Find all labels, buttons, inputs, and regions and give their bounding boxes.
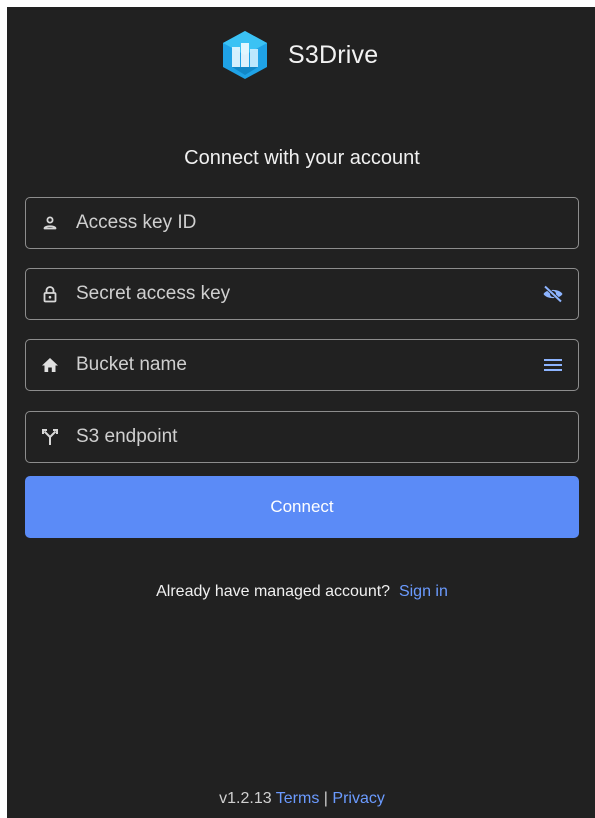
bucket-name-input[interactable] xyxy=(76,350,542,380)
menu-icon[interactable] xyxy=(542,354,564,376)
page-title: Connect with your account xyxy=(184,147,420,169)
footer-separator: | xyxy=(323,790,328,807)
brand-header: S3Drive xyxy=(220,30,378,80)
bucket-name-field[interactable] xyxy=(25,339,579,391)
access-key-input[interactable] xyxy=(76,208,578,238)
s3drive-logo-icon xyxy=(223,31,267,79)
lock-icon xyxy=(40,284,60,304)
version-label: v1.2.13 xyxy=(219,790,272,807)
signin-prompt-text: Already have managed account? xyxy=(156,583,391,600)
secret-key-input[interactable] xyxy=(76,279,542,309)
terms-link[interactable]: Terms xyxy=(276,790,320,807)
person-icon xyxy=(40,213,60,233)
app-window: S3Drive Connect with your account Access… xyxy=(7,7,595,818)
s3-endpoint-field[interactable] xyxy=(25,411,579,463)
secret-key-field[interactable] xyxy=(25,268,579,320)
s3-endpoint-input[interactable] xyxy=(76,422,578,452)
eye-off-icon[interactable] xyxy=(542,283,564,305)
footer: v1.2.13 Terms | Privacy xyxy=(7,790,595,808)
app-name: S3Drive xyxy=(288,40,379,69)
privacy-link[interactable]: Privacy xyxy=(332,790,384,807)
connect-button[interactable]: Connect xyxy=(25,476,579,538)
access-key-field[interactable] xyxy=(25,197,579,249)
sign-in-link[interactable]: Sign in xyxy=(399,583,448,600)
fork-icon xyxy=(40,427,60,447)
signin-prompt-row: Already have managed account? Sign in xyxy=(7,583,595,601)
home-icon xyxy=(40,355,60,375)
